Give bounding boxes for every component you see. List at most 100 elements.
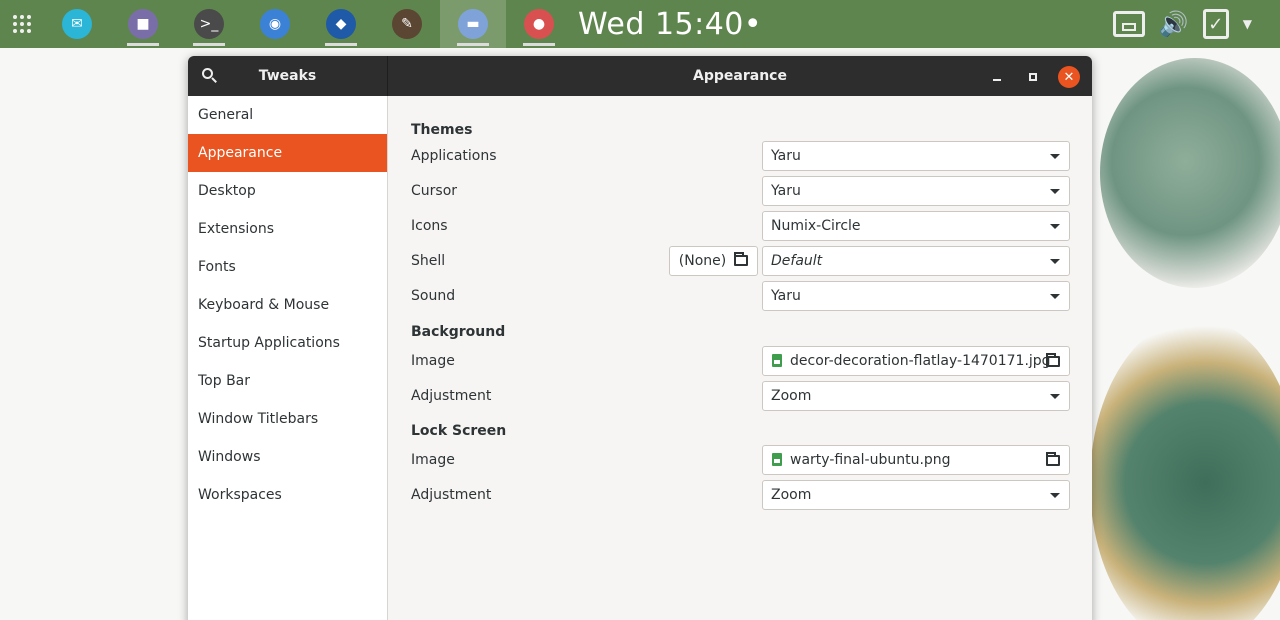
tweaks-app-launcher[interactable]: ▬ bbox=[440, 0, 506, 48]
shell-label: Shell bbox=[411, 252, 446, 269]
clock[interactable]: Wed 15:40• bbox=[578, 7, 762, 42]
chromium-app-launcher[interactable]: ◉ bbox=[242, 0, 308, 48]
main-header: Appearance ✕ bbox=[388, 56, 1092, 96]
dropdown-arrow-icon bbox=[1050, 188, 1060, 194]
sidebar-item-keyboard-mouse[interactable]: Keyboard & Mouse bbox=[188, 286, 387, 324]
app-grid-icon bbox=[13, 15, 31, 33]
envelope-icon: ✉ bbox=[62, 9, 92, 39]
lockscreen-image-value: warty-final-ubuntu.png bbox=[790, 451, 951, 468]
lockscreen-image-label: Image bbox=[411, 451, 455, 468]
cursor-value: Yaru bbox=[771, 182, 801, 199]
folder-open-icon bbox=[1046, 451, 1060, 466]
minimize-button[interactable] bbox=[986, 66, 1008, 88]
minimize-icon bbox=[993, 79, 1001, 81]
image-file-icon bbox=[772, 453, 782, 466]
sidebar-item-window-titlebars[interactable]: Window Titlebars bbox=[188, 400, 387, 438]
dock: ✉ ■ >_ ◉ ◆ ✎ ▬ ● bbox=[44, 0, 572, 48]
cursor-row: Cursor Yaru bbox=[411, 173, 1070, 208]
lockscreen-image-button[interactable]: warty-final-ubuntu.png bbox=[762, 444, 1070, 475]
lockscreen-adjustment-combo[interactable]: Zoom bbox=[762, 479, 1070, 510]
running-indicator bbox=[523, 43, 555, 46]
lockscreen-section-title: Lock Screen bbox=[411, 423, 507, 439]
email-app-launcher[interactable]: ✉ bbox=[44, 0, 110, 48]
running-indicator bbox=[127, 43, 159, 46]
sound-row: Sound Yaru bbox=[411, 278, 1070, 313]
background-image-value: decor-decoration-flatlay-1470171.jpg bbox=[790, 352, 1051, 369]
appearance-panel: Themes Applications Yaru Cursor Yaru Ico… bbox=[411, 96, 1070, 512]
running-indicator bbox=[457, 43, 489, 46]
network-icon[interactable] bbox=[1112, 11, 1145, 37]
volume-icon[interactable]: 🔊 bbox=[1159, 10, 1189, 38]
lockscreen-image-row: Image warty-final-ubuntu.png bbox=[411, 442, 1070, 477]
icons-row: Icons Numix-Circle bbox=[411, 208, 1070, 243]
shell-value: Default bbox=[771, 252, 823, 269]
sidebar-item-appearance[interactable]: Appearance bbox=[188, 134, 387, 172]
tweaks-window: Tweaks Appearance ✕ General Appearance Des… bbox=[188, 56, 1092, 620]
search-icon[interactable] bbox=[202, 68, 218, 84]
shell-none-label: (None) bbox=[678, 252, 727, 269]
header-bar: Tweaks Appearance ✕ bbox=[188, 56, 1092, 96]
background-image-button[interactable]: decor-decoration-flatlay-1470171.jpg bbox=[762, 345, 1070, 376]
icons-value: Numix-Circle bbox=[771, 217, 861, 234]
system-tray: 🔊 ✓ ▼ bbox=[1112, 0, 1280, 48]
system-menu-arrow-icon[interactable]: ▼ bbox=[1243, 17, 1252, 31]
chromium-icon: ◉ bbox=[260, 9, 290, 39]
close-icon: ✕ bbox=[1063, 69, 1075, 85]
folder-open-icon bbox=[1046, 352, 1060, 367]
cursor-label: Cursor bbox=[411, 182, 458, 199]
applications-row: Applications Yaru bbox=[411, 138, 1070, 173]
icons-combo[interactable]: Numix-Circle bbox=[762, 210, 1070, 241]
app-grid-button[interactable] bbox=[0, 0, 44, 48]
icons-label: Icons bbox=[411, 217, 448, 234]
sidebar-item-workspaces[interactable]: Workspaces bbox=[188, 476, 387, 514]
folder-open-icon bbox=[734, 252, 749, 266]
background-adjustment-label: Adjustment bbox=[411, 387, 492, 404]
background-adjustment-value: Zoom bbox=[771, 387, 812, 404]
dropdown-arrow-icon bbox=[1050, 492, 1060, 498]
gimp-app-launcher[interactable]: ✎ bbox=[374, 0, 440, 48]
background-adjustment-combo[interactable]: Zoom bbox=[762, 380, 1070, 411]
sidebar-item-extensions[interactable]: Extensions bbox=[188, 210, 387, 248]
sidebar-item-top-bar[interactable]: Top Bar bbox=[188, 362, 387, 400]
shell-row: Shell (None) Default bbox=[411, 243, 1070, 278]
sound-value: Yaru bbox=[771, 287, 801, 304]
vscode-app-launcher[interactable]: ◆ bbox=[308, 0, 374, 48]
dropdown-arrow-icon bbox=[1050, 153, 1060, 159]
running-indicator bbox=[193, 43, 225, 46]
tweaks-icon: ▬ bbox=[458, 9, 488, 39]
shell-file-button[interactable]: (None) bbox=[669, 245, 758, 276]
window-title: Appearance bbox=[693, 68, 787, 84]
lockscreen-adjustment-value: Zoom bbox=[771, 486, 812, 503]
succulent-plant-bottom bbox=[1090, 318, 1280, 620]
sidebar: General Appearance Desktop Extensions Fonts K… bbox=[188, 96, 388, 620]
terminal-icon: >_ bbox=[194, 9, 224, 39]
maximize-icon bbox=[1029, 73, 1037, 81]
sound-combo[interactable]: Yaru bbox=[762, 280, 1070, 311]
folder-icon: ■ bbox=[128, 9, 158, 39]
background-section-title: Background bbox=[411, 324, 506, 340]
sound-label: Sound bbox=[411, 287, 456, 304]
terminal-app-launcher[interactable]: >_ bbox=[176, 0, 242, 48]
close-button[interactable]: ✕ bbox=[1058, 66, 1080, 88]
cursor-combo[interactable]: Yaru bbox=[762, 175, 1070, 206]
dropdown-arrow-icon bbox=[1050, 258, 1060, 264]
running-indicator bbox=[325, 43, 357, 46]
themes-section-title: Themes bbox=[411, 122, 473, 138]
toggle-icon: ● bbox=[524, 9, 554, 39]
shell-combo[interactable]: Default bbox=[762, 245, 1070, 276]
sidebar-item-startup-applications[interactable]: Startup Applications bbox=[188, 324, 387, 362]
sidebar-item-general[interactable]: General bbox=[188, 96, 387, 134]
settings-app-launcher[interactable]: ● bbox=[506, 0, 572, 48]
vscode-icon: ◆ bbox=[326, 9, 356, 39]
applications-value: Yaru bbox=[771, 147, 801, 164]
sidebar-item-desktop[interactable]: Desktop bbox=[188, 172, 387, 210]
sidebar-item-windows[interactable]: Windows bbox=[188, 438, 387, 476]
background-image-row: Image decor-decoration-flatlay-1470171.j… bbox=[411, 343, 1070, 378]
tasks-check-icon[interactable]: ✓ bbox=[1202, 9, 1229, 39]
lockscreen-adjustment-label: Adjustment bbox=[411, 486, 492, 503]
files-app-launcher[interactable]: ■ bbox=[110, 0, 176, 48]
window-controls: ✕ bbox=[986, 66, 1080, 88]
sidebar-item-fonts[interactable]: Fonts bbox=[188, 248, 387, 286]
maximize-button[interactable] bbox=[1022, 66, 1044, 88]
applications-combo[interactable]: Yaru bbox=[762, 140, 1070, 171]
